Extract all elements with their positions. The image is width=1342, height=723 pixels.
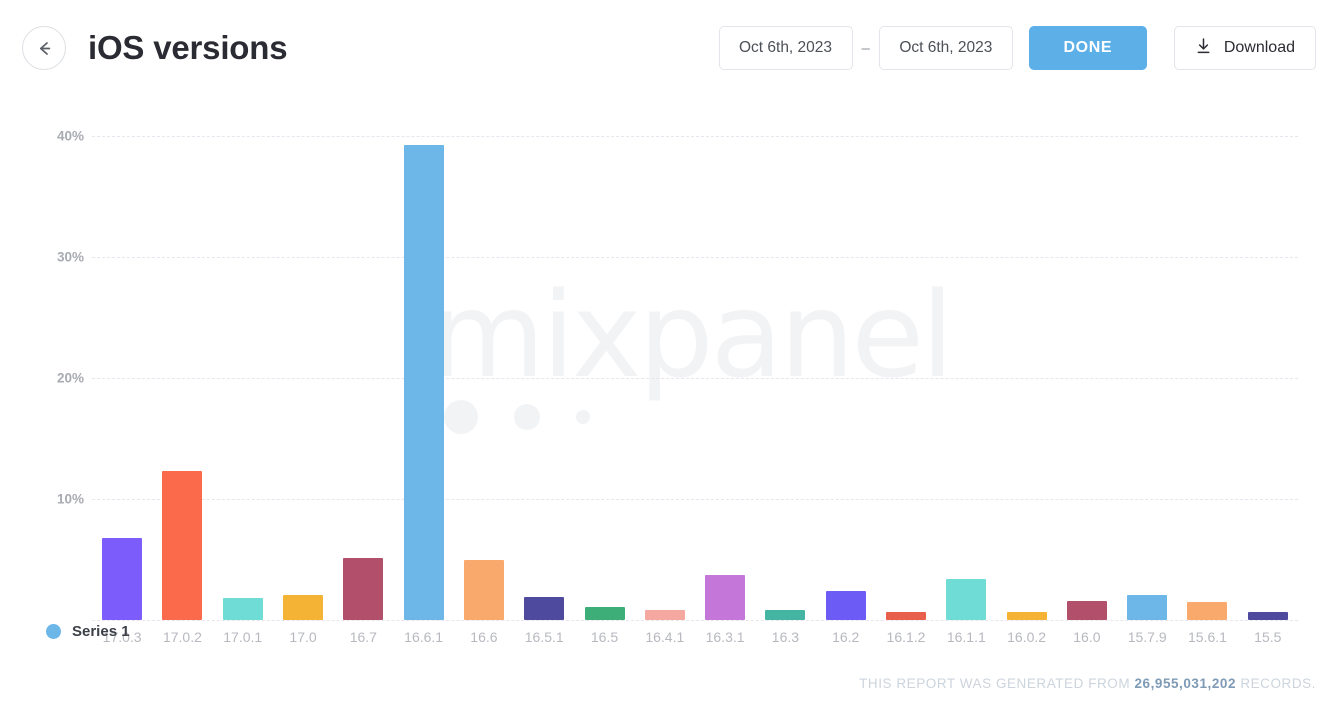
x-axis-tick-label: 17.0.1 <box>223 629 263 645</box>
x-axis-tick-label: 17.0 <box>289 629 317 645</box>
bar-slot <box>816 124 876 620</box>
page-header: iOS versions Oct 6th, 2023 – Oct 6th, 20… <box>0 0 1342 96</box>
x-axis-tick-label: 16.6.1 <box>404 629 444 645</box>
x-axis-tick-label: 15.6.1 <box>1188 629 1227 645</box>
bar-slot <box>92 124 152 620</box>
x-axis-tick-label: 15.7.9 <box>1127 629 1167 645</box>
bar[interactable] <box>584 606 625 620</box>
chart-legend[interactable]: Series 1 <box>46 623 130 640</box>
footer-prefix: THIS REPORT WAS GENERATED FROM <box>859 676 1131 691</box>
x-axis-tick-label: 16.2 <box>832 629 860 645</box>
header-toolbar: Oct 6th, 2023 – Oct 6th, 2023 DONE Downl… <box>718 26 1316 70</box>
bar-slot <box>1057 124 1117 620</box>
x-axis-tick-label: 16.5 <box>590 629 619 645</box>
bar-slot <box>996 124 1056 620</box>
bar-slot <box>213 124 273 620</box>
bar-slot <box>876 124 936 620</box>
report-footer: THIS REPORT WAS GENERATED FROM 26,955,03… <box>859 676 1316 691</box>
date-range-separator: – <box>861 39 870 57</box>
bar[interactable] <box>1127 594 1168 620</box>
page-title: iOS versions <box>88 29 288 66</box>
bar[interactable] <box>463 559 504 620</box>
x-axis-tick-label: 16.0.2 <box>1007 629 1047 645</box>
x-axis-tick-label: 16.5.1 <box>524 629 564 645</box>
bar[interactable] <box>644 610 685 620</box>
x-axis-tick-label: 17.0.2 <box>162 629 202 645</box>
download-label: Download <box>1223 39 1295 56</box>
bar-slot <box>574 124 634 620</box>
bar-slot <box>152 124 212 620</box>
bar[interactable] <box>1187 601 1228 620</box>
bar-slot <box>1238 124 1298 620</box>
bar[interactable] <box>886 611 926 620</box>
legend-color-swatch <box>46 624 61 639</box>
x-axis-tick-label: 16.1.2 <box>886 629 926 645</box>
x-axis-labels: 17.0.3 17.0.2 17.0.1 17.0 16.7 16.6.1 16.6 16.5… <box>92 624 1298 654</box>
bar-slot <box>393 124 453 620</box>
x-axis-tick-label: 16.4.1 <box>645 629 685 645</box>
x-axis-tick-label: 15.5 <box>1254 629 1282 645</box>
done-button[interactable]: DONE <box>1028 26 1147 70</box>
bar[interactable] <box>765 610 806 620</box>
bar[interactable] <box>946 578 987 620</box>
legend-label: Series 1 <box>72 623 130 640</box>
date-from-input[interactable]: Oct 6th, 2023 <box>718 26 853 70</box>
bar[interactable] <box>102 537 143 620</box>
bar[interactable] <box>162 471 203 620</box>
x-axis-tick-label: 16.6 <box>470 629 498 645</box>
bar-slot <box>755 124 815 620</box>
bar[interactable] <box>524 597 565 620</box>
bar[interactable] <box>283 594 324 620</box>
bar-group <box>92 124 1298 620</box>
y-axis-tick-label: 30% <box>56 249 84 265</box>
bar[interactable] <box>1247 611 1288 620</box>
bar[interactable] <box>1066 600 1107 620</box>
y-axis-tick-label: 40% <box>56 128 84 144</box>
bar[interactable] <box>1006 611 1047 620</box>
y-axis-tick-label: 10% <box>56 491 84 507</box>
bar-slot <box>936 124 996 620</box>
chart-area: mixpanel 10% 20% 30% 40% 17.0.3 17.0.2 17.0.1… <box>0 96 1342 666</box>
x-axis-tick-label: 16.3 <box>771 629 800 645</box>
report-page: iOS versions Oct 6th, 2023 – Oct 6th, 20… <box>0 0 1342 723</box>
plot-region: 10% 20% 30% 40% <box>57 124 1298 620</box>
axis-baseline <box>92 620 1298 621</box>
bar-slot <box>1117 124 1177 620</box>
download-button[interactable]: Download <box>1173 26 1316 70</box>
bar-slot <box>333 124 393 620</box>
bar[interactable] <box>705 575 746 620</box>
x-axis-tick-label: 16.0 <box>1073 629 1101 645</box>
bar-slot <box>514 124 574 620</box>
back-button[interactable] <box>22 26 66 70</box>
bar[interactable] <box>825 590 866 620</box>
x-axis-tick-label: 16.3.1 <box>705 629 745 645</box>
bar-slot <box>273 124 333 620</box>
bar[interactable] <box>403 144 444 620</box>
arrow-left-icon <box>35 39 54 58</box>
bar-slot <box>635 124 695 620</box>
date-to-input[interactable]: Oct 6th, 2023 <box>878 26 1013 70</box>
bar-slot <box>695 124 755 620</box>
bar[interactable] <box>222 598 263 620</box>
bar[interactable] <box>343 558 384 620</box>
x-axis-tick-label: 16.7 <box>349 629 377 645</box>
footer-record-count: 26,955,031,202 <box>1134 676 1237 691</box>
bar-slot <box>454 124 514 620</box>
download-icon <box>1195 37 1212 60</box>
y-axis-tick-label: 20% <box>56 370 84 386</box>
bar-slot <box>1177 124 1237 620</box>
footer-suffix: RECORDS. <box>1240 676 1316 691</box>
x-axis-tick-label: 16.1.1 <box>946 629 986 645</box>
